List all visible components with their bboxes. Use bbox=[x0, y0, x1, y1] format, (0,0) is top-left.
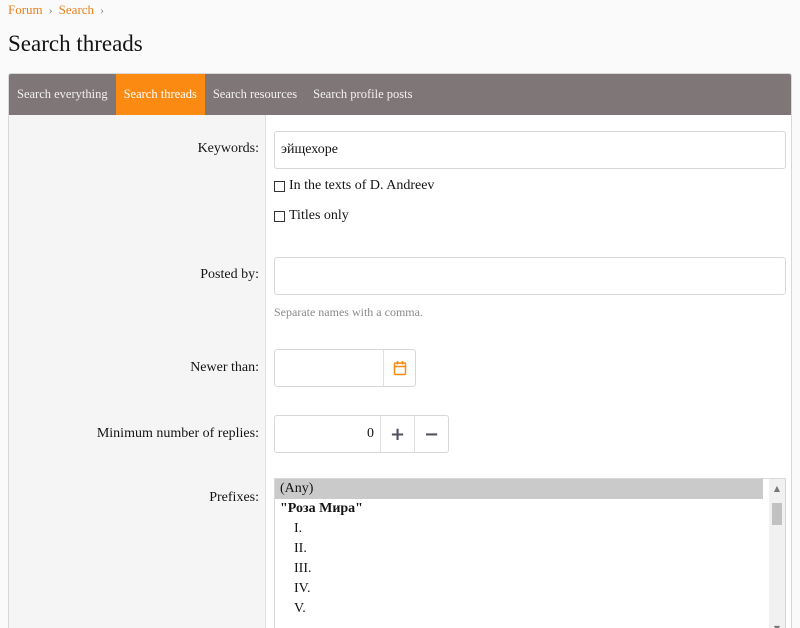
search-form: Keywords: эйщехоре In the texts of D. An… bbox=[9, 115, 791, 628]
prefixes-scrollbar[interactable]: ▲ ▼ bbox=[769, 479, 785, 628]
calendar-icon bbox=[393, 361, 406, 376]
breadcrumb-forum[interactable]: Forum bbox=[8, 2, 43, 18]
prefix-option[interactable]: III. bbox=[275, 559, 785, 579]
min-replies-label: Minimum number of replies: bbox=[96, 426, 259, 441]
prefix-option[interactable]: II. bbox=[275, 539, 785, 559]
prefix-group-roza-mira: "Роза Мира" bbox=[280, 501, 363, 516]
scroll-down-icon[interactable]: ▼ bbox=[769, 621, 785, 628]
posted-by-input[interactable] bbox=[274, 257, 786, 295]
keywords-input[interactable]: эйщехоре bbox=[274, 131, 786, 169]
scroll-thumb[interactable] bbox=[772, 503, 782, 525]
checkbox-box[interactable] bbox=[274, 210, 285, 222]
decrement-button[interactable]: − bbox=[414, 416, 448, 452]
tab-search-threads[interactable]: Search threads bbox=[115, 74, 205, 115]
search-block: Search everything Search threads Search … bbox=[8, 73, 792, 628]
texts-of-andreev-checkbox[interactable]: In the texts of D. Andreev bbox=[274, 178, 434, 194]
keywords-label: Keywords: bbox=[197, 141, 259, 156]
posted-by-label: Posted by: bbox=[200, 267, 259, 282]
breadcrumb-search[interactable]: Search bbox=[59, 2, 94, 18]
newer-than-input[interactable] bbox=[275, 350, 383, 386]
increment-button[interactable]: + bbox=[380, 416, 414, 452]
prefixes-select[interactable]: (Any) "Роза Мира" I. II. III. IV. V. ▲ ▼ bbox=[274, 478, 786, 628]
checkbox-box[interactable] bbox=[274, 180, 285, 192]
prefix-option-any[interactable]: (Any) bbox=[275, 479, 763, 499]
prefixes-label: Prefixes: bbox=[209, 490, 259, 505]
tab-search-profile-posts[interactable]: Search profile posts bbox=[305, 74, 420, 115]
newer-than-date-picker bbox=[274, 349, 416, 387]
checkbox-label: In the texts of D. Andreev bbox=[289, 178, 435, 193]
page-title: Search threads bbox=[8, 31, 143, 56]
min-replies-input[interactable]: 0 bbox=[275, 416, 380, 452]
newer-than-label: Newer than: bbox=[190, 360, 259, 375]
breadcrumb-separator: › bbox=[100, 2, 105, 17]
prefix-option[interactable]: I. bbox=[275, 519, 785, 539]
prefix-option[interactable]: V. bbox=[275, 599, 785, 619]
tab-search-everything[interactable]: Search everything bbox=[9, 74, 116, 115]
titles-only-checkbox[interactable]: Titles only bbox=[274, 208, 349, 224]
tab-search-resources[interactable]: Search resources bbox=[205, 74, 305, 115]
posted-by-hint: Separate names with a comma. bbox=[274, 305, 423, 319]
min-replies-stepper: 0 + − bbox=[274, 415, 449, 453]
checkbox-label: Titles only bbox=[289, 208, 349, 223]
prefix-option[interactable]: IV. bbox=[275, 579, 785, 599]
breadcrumb: Forum › Search › bbox=[8, 2, 104, 18]
scroll-up-icon[interactable]: ▲ bbox=[769, 481, 785, 495]
tab-bar: Search everything Search threads Search … bbox=[9, 74, 791, 115]
calendar-button[interactable] bbox=[383, 350, 415, 386]
breadcrumb-separator: › bbox=[48, 2, 53, 17]
